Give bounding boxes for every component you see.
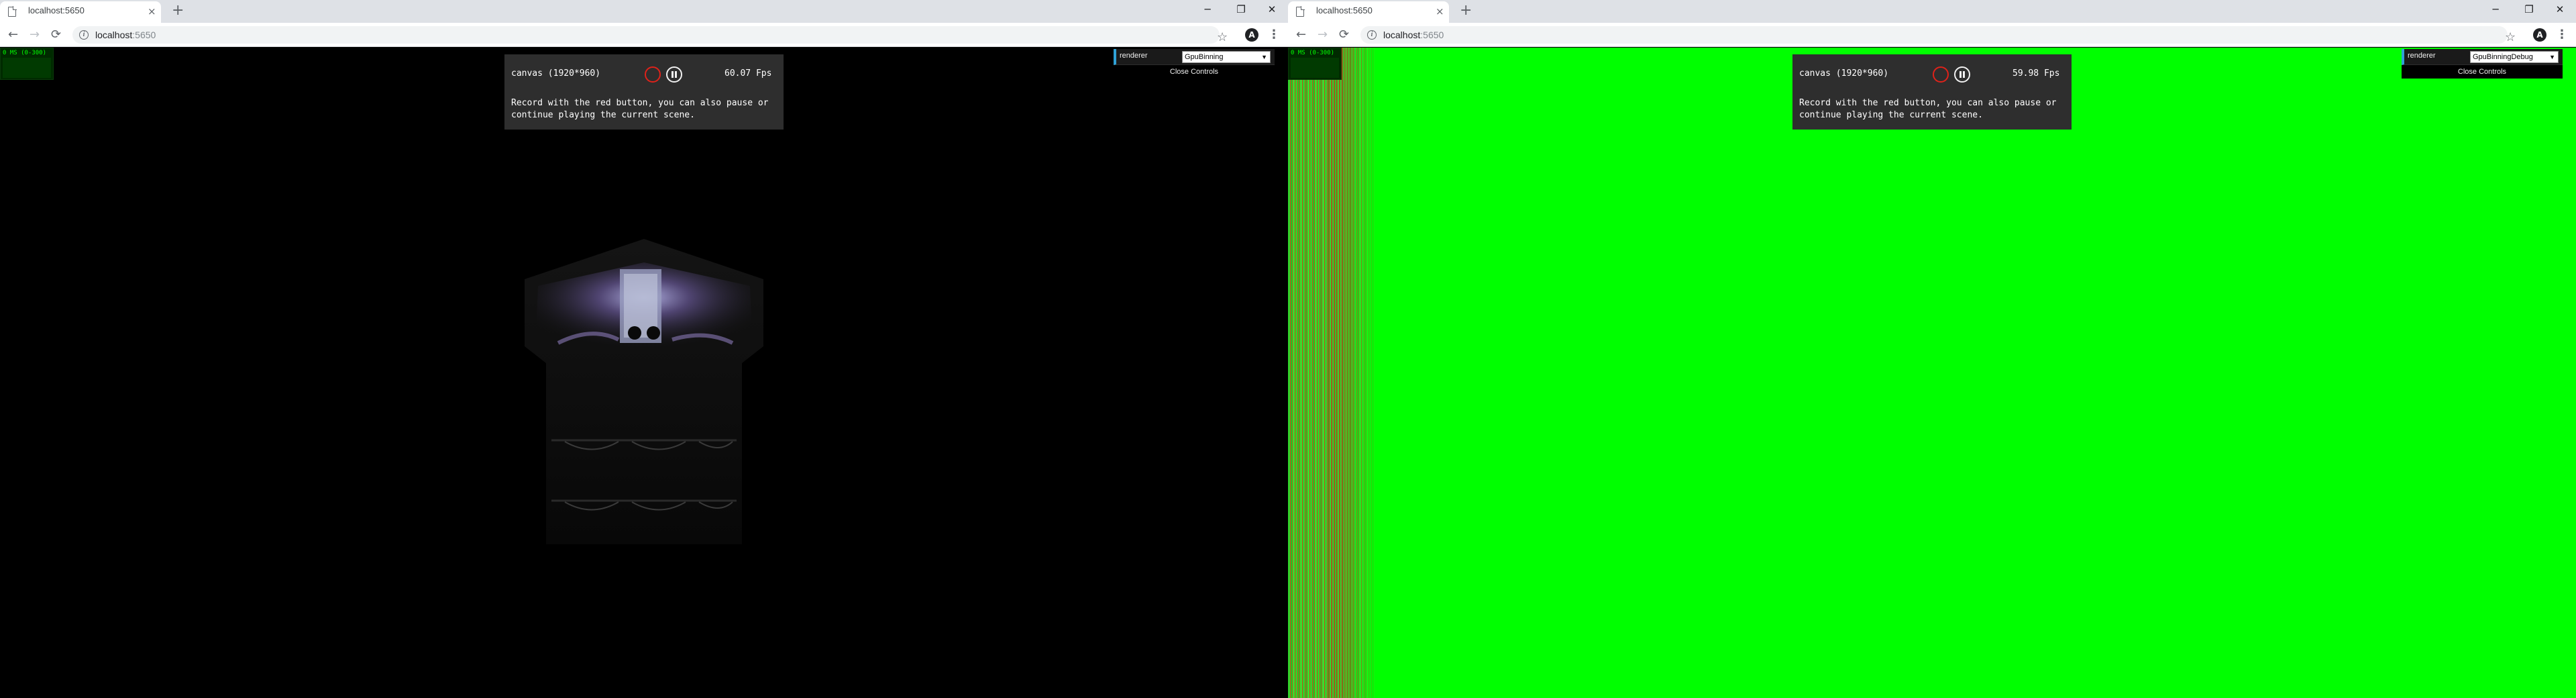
browser-window-left: localhost:5650 × + ─ ❐ ✕ ← → ⟳ i localho… — [0, 0, 1288, 698]
new-tab-button[interactable]: + — [1460, 3, 1472, 19]
pause-button[interactable] — [1954, 66, 1970, 83]
close-controls-button[interactable]: Close Controls — [1114, 65, 1275, 79]
menu-icon[interactable]: ⋮ — [2556, 28, 2568, 42]
reload-button[interactable]: ⟳ — [1339, 28, 1349, 42]
tab-strip: localhost:5650 × + ─ ❐ ✕ — [0, 0, 1288, 23]
url-host: localhost — [1383, 30, 1421, 40]
browser-window-right: localhost:5650 × + ─ ❐ ✕ ← → ⟳ i localho… — [1288, 0, 2576, 698]
minimize-button[interactable]: ─ — [1194, 1, 1221, 17]
restore-button[interactable]: ❐ — [1228, 1, 1254, 17]
minimize-button[interactable]: ─ — [2482, 1, 2509, 17]
record-button[interactable] — [645, 66, 661, 83]
fps-counter: 60.07 Fps — [724, 68, 772, 79]
stats-panel[interactable]: 0 MS (0-300) — [1288, 48, 1342, 80]
renderer-label: renderer — [1120, 52, 1148, 60]
controls-panel: renderer GpuBinningDebug ▼ Close Control… — [2402, 49, 2563, 79]
renderer-select[interactable]: GpuBinning ▼ — [1182, 51, 1271, 63]
canvas-label: canvas (1920*960) — [1799, 68, 1889, 79]
back-button[interactable]: ← — [1296, 28, 1306, 42]
browser-tab[interactable]: localhost:5650 × — [1288, 1, 1449, 23]
bookmark-star-icon[interactable]: ☆ — [2505, 30, 2516, 45]
stats-panel[interactable]: 0 MS (0-300) — [0, 48, 54, 80]
url-host: localhost — [95, 30, 133, 40]
info-icon[interactable]: i — [1367, 30, 1377, 40]
stats-graph — [3, 58, 51, 78]
renderer-row: renderer GpuBinning ▼ — [1114, 49, 1275, 65]
url-port: :5650 — [132, 30, 156, 40]
url-text[interactable]: localhost:5650 — [1383, 30, 1444, 40]
url-text[interactable]: localhost:5650 — [95, 30, 156, 40]
forward-button[interactable]: → — [1318, 28, 1328, 42]
renderer-selected-value: GpuBinning — [1185, 53, 1224, 61]
page-icon — [1296, 6, 1305, 17]
profile-avatar[interactable]: A — [1245, 28, 1258, 42]
close-controls-button[interactable]: Close Controls — [2402, 65, 2563, 79]
address-bar[interactable]: i localhost:5650 ☆ — [1360, 26, 2516, 44]
renderer-selected-value: GpuBinningDebug — [2473, 53, 2533, 61]
tab-strip: localhost:5650 × + ─ ❐ ✕ — [1288, 0, 2576, 23]
info-icon[interactable]: i — [79, 30, 89, 40]
renderer-select[interactable]: GpuBinningDebug ▼ — [2470, 51, 2559, 63]
address-bar[interactable]: i localhost:5650 ☆ — [72, 26, 1228, 44]
controls-panel: renderer GpuBinning ▼ Close Controls — [1114, 49, 1275, 79]
record-button[interactable] — [1933, 66, 1949, 83]
close-tab-icon[interactable]: × — [1436, 5, 1444, 18]
browser-tab[interactable]: localhost:5650 × — [0, 1, 161, 23]
url-port: :5650 — [1420, 30, 1444, 40]
restore-button[interactable]: ❐ — [2516, 1, 2542, 17]
recorder-panel: canvas (1920*960) 59.98 Fps Record with … — [1792, 54, 2072, 130]
browser-toolbar: ← → ⟳ i localhost:5650 ☆ A ⋮ — [1288, 23, 2576, 47]
rendered-scene — [525, 239, 763, 544]
chevron-down-icon: ▼ — [2549, 54, 2555, 60]
fps-counter: 59.98 Fps — [2012, 68, 2060, 79]
close-window-button[interactable]: ✕ — [2546, 1, 2573, 17]
back-button[interactable]: ← — [8, 28, 18, 42]
page-icon — [8, 6, 17, 17]
chevron-down-icon: ▼ — [1261, 54, 1267, 60]
pause-button[interactable] — [666, 66, 682, 83]
renderer-label: renderer — [2408, 52, 2436, 60]
tab-title: localhost:5650 — [1316, 5, 1373, 15]
browser-toolbar: ← → ⟳ i localhost:5650 ☆ A ⋮ — [0, 23, 1288, 47]
canvas-label: canvas (1920*960) — [511, 68, 601, 79]
close-window-button[interactable]: ✕ — [1258, 1, 1285, 17]
profile-avatar[interactable]: A — [2533, 28, 2546, 42]
render-canvas[interactable]: 0 MS (0-300) canvas (1920*960) 60.07 Fps… — [0, 48, 1288, 698]
stats-graph — [1291, 58, 1339, 78]
renderer-row: renderer GpuBinningDebug ▼ — [2402, 49, 2563, 65]
render-canvas[interactable]: 0 MS (0-300) canvas (1920*960) 59.98 Fps… — [1288, 48, 2576, 698]
tab-title: localhost:5650 — [28, 5, 85, 15]
debug-stripes-fade — [1342, 48, 1375, 698]
panel-description: Record with the red button, you can also… — [1799, 98, 2057, 120]
reload-button[interactable]: ⟳ — [51, 28, 61, 42]
new-tab-button[interactable]: + — [172, 3, 184, 19]
bookmark-star-icon[interactable]: ☆ — [1217, 30, 1228, 45]
stats-text: 0 MS (0-300) — [1291, 50, 1335, 56]
stats-text: 0 MS (0-300) — [3, 50, 47, 56]
recorder-panel: canvas (1920*960) 60.07 Fps Record with … — [504, 54, 784, 130]
panel-description: Record with the red button, you can also… — [511, 98, 769, 120]
menu-icon[interactable]: ⋮ — [1268, 28, 1280, 42]
close-tab-icon[interactable]: × — [148, 5, 156, 18]
forward-button[interactable]: → — [30, 28, 40, 42]
